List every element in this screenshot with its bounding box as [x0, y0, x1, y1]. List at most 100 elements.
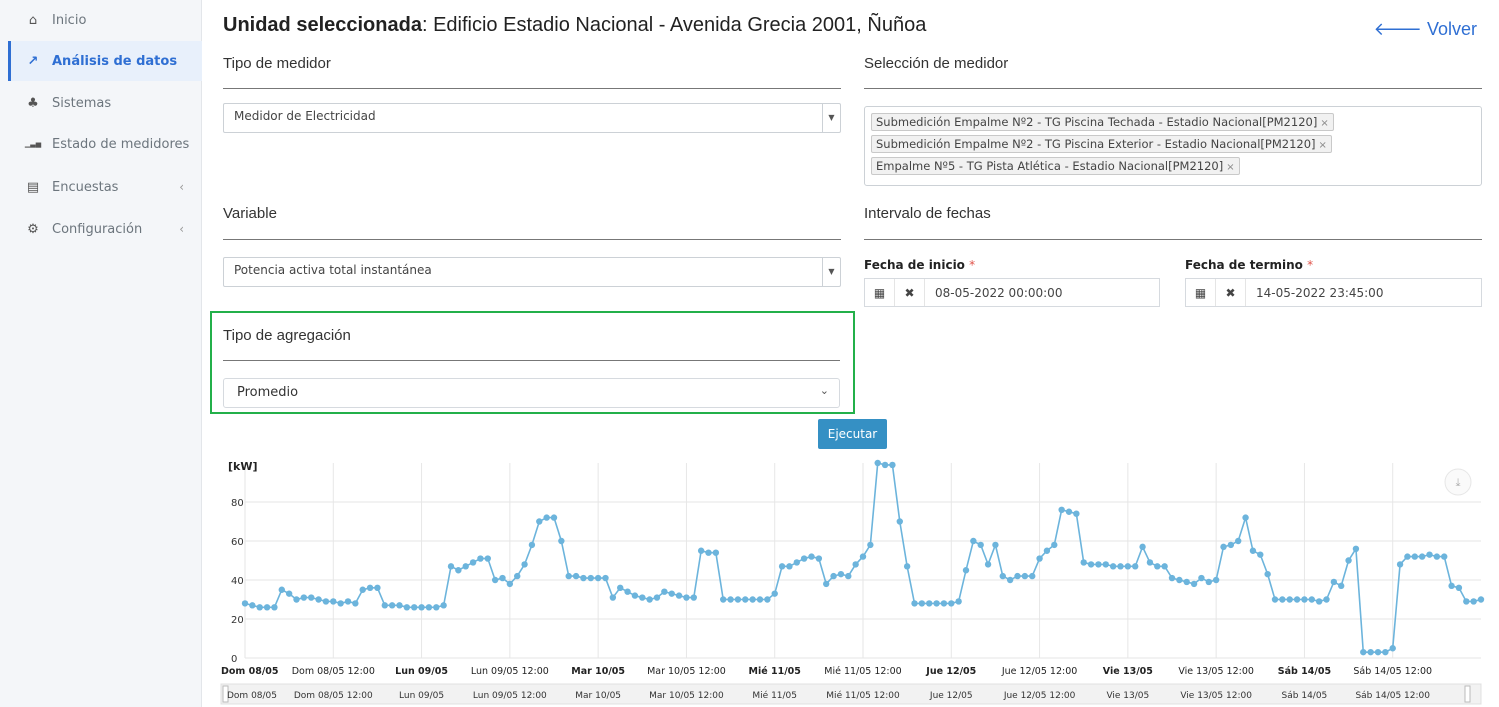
- data-point: [940, 600, 948, 607]
- data-point: [536, 518, 543, 525]
- data-point: [1323, 596, 1330, 603]
- back-button[interactable]: 🡐 Volver: [1374, 19, 1477, 40]
- chart-line-icon: ↗: [27, 53, 39, 69]
- meter-multiselect[interactable]: Submedición Empalme Nº2 - TG Piscina Tec…: [864, 106, 1482, 186]
- data-point: [1257, 551, 1264, 558]
- data-point: [1021, 572, 1029, 580]
- meter-tag: Empalme Nº5 - TG Pista Atlética - Estadi…: [871, 157, 1240, 175]
- sidebar-item-5[interactable]: ⚙ Configuración ‹: [8, 209, 202, 249]
- sidebar-item-0[interactable]: ⌂ Inicio: [8, 0, 202, 40]
- data-point: [668, 590, 675, 597]
- x-tick-label: Sáb 14/05 12:00: [1353, 666, 1432, 677]
- data-point: [1441, 553, 1448, 560]
- navigator-handle-right[interactable]: [1464, 685, 1471, 703]
- arrow-left-icon: 🡐: [1373, 19, 1422, 39]
- data-point: [903, 563, 911, 570]
- sidebar-item-label: Inicio: [52, 12, 87, 28]
- clear-icon[interactable]: ✖: [895, 279, 925, 306]
- run-button[interactable]: Ejecutar: [818, 419, 887, 449]
- sidebar-item-2[interactable]: ♣ Sistemas: [8, 83, 202, 123]
- data-point: [462, 563, 469, 570]
- data-point: [271, 604, 278, 611]
- data-point: [565, 572, 572, 580]
- remove-tag-icon[interactable]: ×: [1319, 140, 1327, 151]
- data-point: [1352, 545, 1360, 552]
- data-point: [1183, 578, 1190, 586]
- data-point: [469, 559, 477, 566]
- y-axis-label: [kW]: [228, 460, 258, 473]
- data-point: [447, 563, 455, 570]
- caret-down-icon: ▼: [822, 104, 840, 132]
- navigator-label: Vie 13/05 12:00: [1180, 691, 1252, 701]
- x-tick-label: Mar 10/05 12:00: [647, 666, 726, 677]
- data-point: [594, 574, 602, 582]
- meter-tag-label: Submedición Empalme Nº2 - TG Piscina Tec…: [876, 115, 1318, 129]
- calendar-icon[interactable]: ▦: [1186, 279, 1216, 306]
- data-point: [984, 561, 992, 568]
- data-point: [484, 555, 491, 562]
- data-point: [734, 596, 742, 603]
- variable-select[interactable]: Potencia activa total instantánea ▼: [223, 257, 841, 287]
- x-tick-label: Sáb 14/05: [1278, 666, 1331, 677]
- data-point: [1338, 582, 1345, 590]
- data-point: [1396, 561, 1404, 568]
- data-point: [1095, 561, 1102, 568]
- data-point: [1301, 596, 1308, 603]
- data-point: [845, 572, 852, 580]
- data-point: [388, 602, 396, 609]
- data-point: [1330, 578, 1338, 586]
- aggregation-select[interactable]: Promedio ⌄: [223, 378, 840, 408]
- data-point: [771, 590, 778, 597]
- data-point: [808, 553, 815, 560]
- data-point: [278, 586, 285, 593]
- sidebar-item-4[interactable]: ▤ Encuestas ‹: [8, 167, 202, 207]
- end-date-label-text: Fecha de termino: [1185, 258, 1303, 272]
- data-point: [639, 594, 646, 601]
- data-point: [514, 572, 521, 580]
- meter-type-select[interactable]: Medidor de Electricidad ▼: [223, 103, 841, 133]
- data-point: [712, 549, 720, 556]
- data-point: [1051, 541, 1058, 549]
- page-title-rest: : Edificio Estadio Nacional - Avenida Gr…: [421, 14, 927, 36]
- data-point: [881, 461, 889, 469]
- y-tick-label: 60: [231, 537, 244, 548]
- data-point: [1006, 576, 1014, 584]
- data-point: [1367, 648, 1374, 656]
- data-point: [823, 580, 830, 588]
- date-range-label: Intervalo de fechas: [864, 205, 991, 222]
- remove-tag-icon[interactable]: ×: [1320, 118, 1328, 129]
- data-point: [1374, 648, 1382, 656]
- data-point: [1087, 561, 1095, 568]
- data-point: [867, 541, 874, 549]
- start-date-value[interactable]: 08-05-2022 00:00:00: [925, 286, 1062, 300]
- data-point: [580, 574, 587, 582]
- data-point: [1389, 645, 1396, 652]
- data-point: [1139, 543, 1146, 551]
- data-point: [764, 596, 771, 603]
- data-point: [1308, 596, 1315, 603]
- data-point: [359, 586, 366, 593]
- clear-icon[interactable]: ✖: [1216, 279, 1246, 306]
- data-point: [491, 576, 499, 584]
- download-icon[interactable]: ⤓: [1456, 476, 1461, 489]
- data-point: [675, 592, 683, 599]
- sidebar-item-1[interactable]: ↗ Análisis de datos: [8, 41, 202, 81]
- data-point: [1029, 572, 1036, 580]
- data-point: [962, 567, 970, 574]
- navigator-label: Sáb 14/05 12:00: [1355, 691, 1430, 701]
- caret-down-icon: ▼: [822, 258, 840, 286]
- back-label: Volver: [1426, 19, 1477, 39]
- divider: [223, 88, 841, 89]
- navigator-label: Jue 12/05: [929, 691, 973, 701]
- divider: [223, 239, 841, 240]
- remove-tag-icon[interactable]: ×: [1226, 162, 1234, 173]
- data-point: [1433, 553, 1441, 560]
- data-point: [455, 567, 462, 574]
- navigator-label: Vie 13/05: [1106, 691, 1149, 701]
- data-point: [403, 604, 411, 611]
- data-point: [499, 574, 506, 582]
- data-point: [705, 549, 712, 556]
- end-date-value[interactable]: 14-05-2022 23:45:00: [1246, 286, 1383, 300]
- sidebar-item-3[interactable]: ▁▃▅ Estado de medidores: [8, 124, 202, 164]
- calendar-icon[interactable]: ▦: [865, 279, 895, 306]
